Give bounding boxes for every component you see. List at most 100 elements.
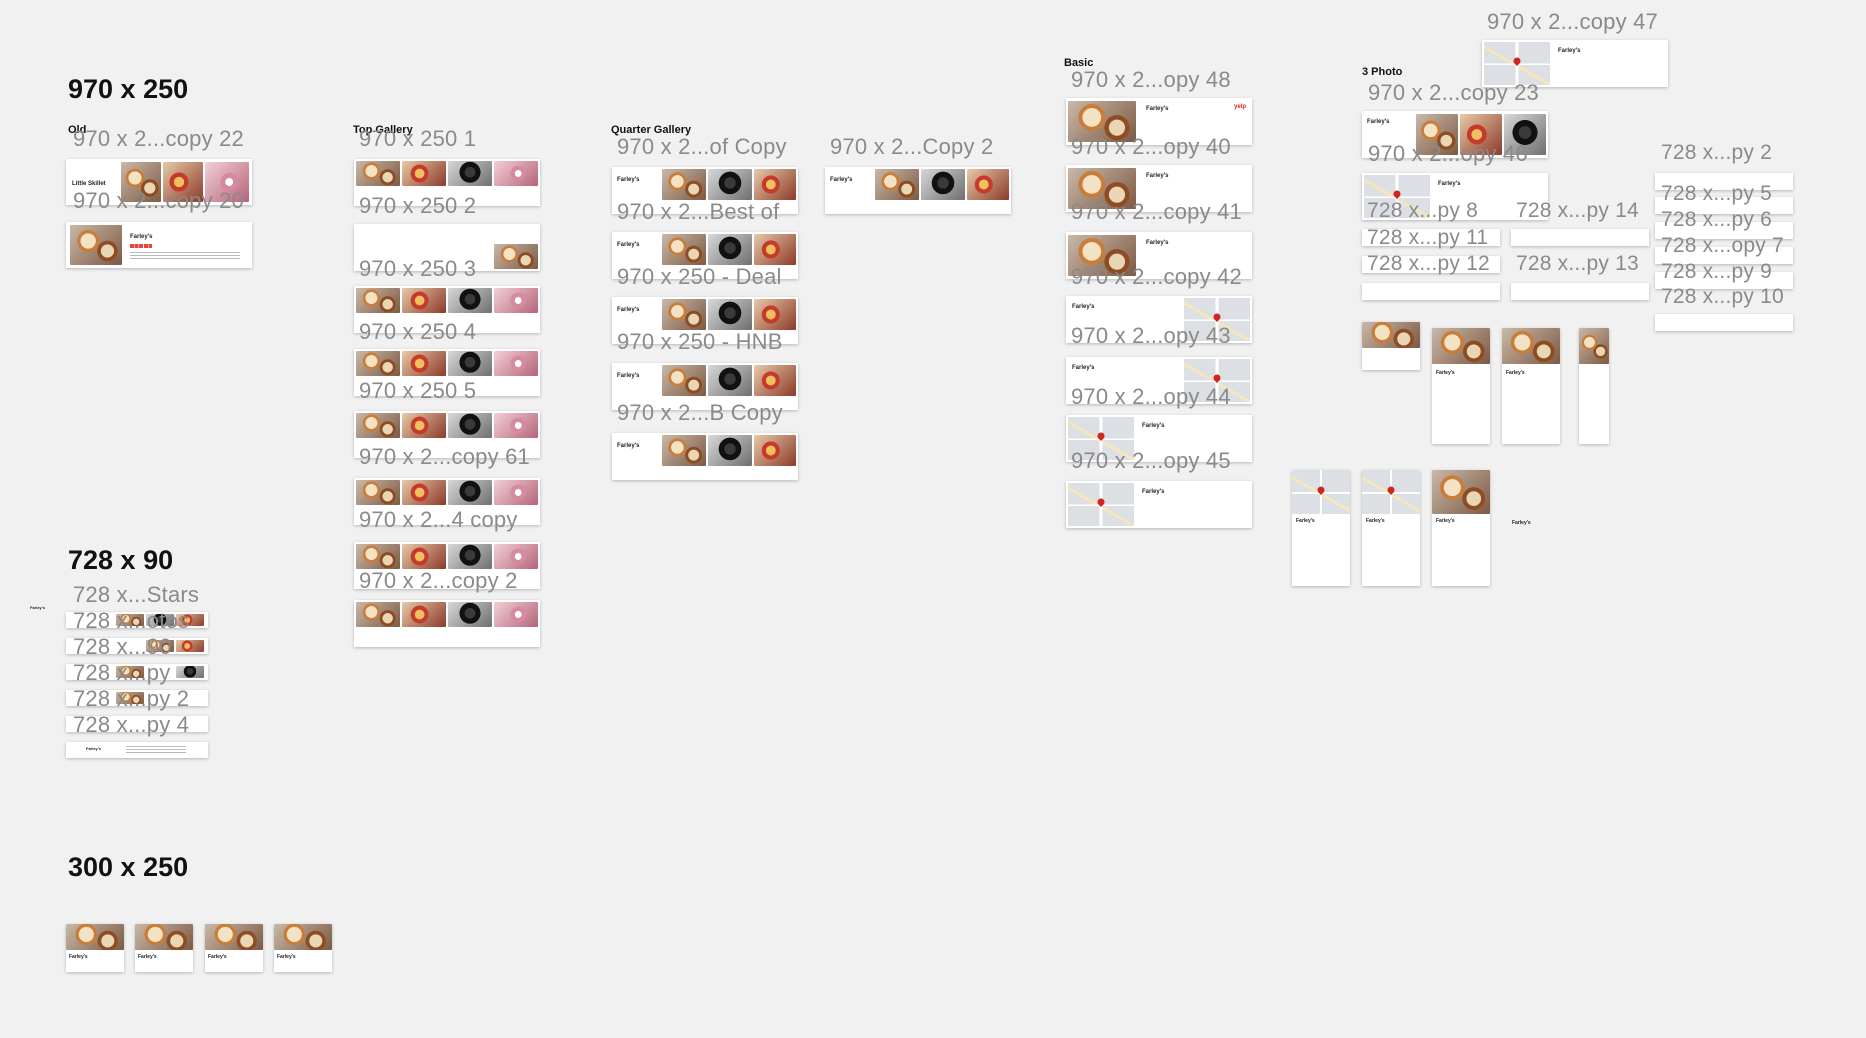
- artboard-label[interactable]: 728 x...py 13: [1516, 252, 1639, 276]
- ad-artboard[interactable]: Farley's: [274, 924, 332, 972]
- ad-artboard[interactable]: [66, 638, 208, 654]
- ad-artboard[interactable]: Farley's: [1066, 481, 1252, 528]
- artboard-label[interactable]: 970 x 2...Copy 2: [830, 134, 993, 160]
- ad-artboard[interactable]: Farley's: [1432, 328, 1490, 444]
- ad-photo: [1502, 328, 1560, 364]
- ad-artboard[interactable]: [1655, 247, 1793, 264]
- ad-photo: [494, 161, 538, 186]
- ad-photo: [448, 161, 492, 186]
- ad-artboard[interactable]: [66, 612, 208, 628]
- ad-artboard[interactable]: Farley's: [1502, 328, 1560, 444]
- ad-artboard[interactable]: [354, 224, 540, 271]
- artboard-label[interactable]: 728 x...py 2: [1661, 141, 1772, 165]
- artboard-label[interactable]: 970 x 2...opy 48: [1071, 67, 1231, 93]
- artboard-label[interactable]: 970 x 2...copy 47: [1487, 9, 1658, 35]
- ad-photo: [708, 365, 752, 396]
- ad-artboard[interactable]: [66, 716, 208, 732]
- ad-photo: [754, 234, 796, 265]
- ad-artboard[interactable]: [1511, 229, 1649, 246]
- map-thumbnail: [1364, 175, 1430, 218]
- ad-artboard[interactable]: Farley's: [1066, 415, 1252, 462]
- ad-artboard[interactable]: [354, 349, 540, 396]
- ad-artboard[interactable]: [354, 411, 540, 458]
- ad-photo: [176, 640, 204, 652]
- ad-artboard[interactable]: Farley's: [825, 167, 1011, 214]
- ad-artboard[interactable]: Farley's: [612, 232, 798, 279]
- ad-photo: [662, 234, 706, 265]
- ad-artboard[interactable]: Farley's: [205, 924, 263, 972]
- artboard-label[interactable]: 970 x 2...copy 22: [73, 126, 244, 152]
- ad-artboard[interactable]: Farley's: [66, 222, 252, 268]
- ad-artboard[interactable]: [1655, 314, 1793, 331]
- ad-business-name: Farley's: [1512, 520, 1531, 526]
- ad-artboard[interactable]: Little Skillet: [66, 159, 252, 205]
- ad-artboard[interactable]: [1579, 328, 1609, 444]
- ad-photo: [163, 162, 203, 202]
- ad-artboard[interactable]: Farley's: [1432, 470, 1490, 586]
- ad-artboard[interactable]: [354, 286, 540, 333]
- ad-photo: [356, 544, 400, 569]
- ad-artboard[interactable]: Farley's: [1362, 111, 1548, 158]
- map-thumbnail: [1184, 298, 1250, 341]
- ad-artboard[interactable]: [354, 159, 540, 206]
- ad-artboard[interactable]: [354, 478, 540, 525]
- ad-photo: [708, 299, 752, 330]
- ad-artboard[interactable]: Farley's: [612, 433, 798, 480]
- ad-artboard[interactable]: Farley's: [1292, 470, 1350, 586]
- ad-artboard[interactable]: [1655, 222, 1793, 239]
- ad-business-name: Farley's: [1436, 370, 1455, 376]
- artboard-label[interactable]: 728 x...Stars: [73, 582, 199, 608]
- ad-artboard[interactable]: [1362, 256, 1500, 273]
- ad-artboard[interactable]: [66, 664, 208, 680]
- artboard-label[interactable]: 970 x 2...of Copy: [617, 134, 787, 160]
- ad-artboard[interactable]: [1362, 322, 1420, 370]
- ad-photo: [754, 365, 796, 396]
- ad-artboard[interactable]: [1362, 229, 1500, 246]
- map-thumbnail: [1068, 417, 1134, 460]
- ad-artboard[interactable]: [1655, 197, 1793, 214]
- map-thumbnail: [1484, 42, 1550, 85]
- ad-artboard[interactable]: [1362, 283, 1500, 300]
- ad-photo: [967, 169, 1009, 200]
- ad-artboard[interactable]: [354, 542, 540, 589]
- ad-photo: [356, 351, 400, 376]
- map-thumbnail: [1068, 483, 1134, 526]
- ad-artboard[interactable]: Farley's yelp: [1066, 98, 1252, 145]
- ad-artboard[interactable]: [1511, 283, 1649, 300]
- ad-artboard[interactable]: Farley's: [612, 167, 798, 214]
- ad-photo: [70, 225, 122, 265]
- ad-photo: [135, 924, 193, 950]
- ad-business-name: Farley's: [1558, 48, 1581, 54]
- map-thumbnail: [1292, 470, 1350, 514]
- ad-photo: [708, 234, 752, 265]
- ad-photo: [356, 413, 400, 438]
- ad-business-name: Farley's: [617, 443, 640, 449]
- ad-photo: [1362, 322, 1420, 348]
- ad-artboard[interactable]: Farley's: [1362, 470, 1420, 586]
- ad-artboard[interactable]: Farley's: [66, 924, 124, 972]
- ad-photo: [274, 924, 332, 950]
- ad-business-name: Farley's: [1146, 173, 1169, 179]
- ad-artboard[interactable]: Farley's: [1362, 173, 1548, 220]
- ad-photo: [402, 413, 446, 438]
- ad-artboard[interactable]: Farley's: [612, 363, 798, 410]
- ad-artboard[interactable]: [1655, 272, 1793, 289]
- ad-photo: [1504, 114, 1546, 155]
- ad-artboard[interactable]: [1655, 173, 1793, 190]
- ad-artboard[interactable]: Farley's: [1066, 165, 1252, 212]
- ad-artboard[interactable]: [66, 690, 208, 706]
- ad-artboard[interactable]: Farley's: [612, 297, 798, 344]
- ad-artboard[interactable]: Farley's: [1066, 232, 1252, 279]
- ad-artboard[interactable]: Farley's: [1066, 296, 1252, 343]
- ad-artboard[interactable]: Farley's: [1482, 40, 1668, 87]
- ad-photo: [402, 480, 446, 505]
- ad-artboard[interactable]: Farley's: [1066, 357, 1252, 404]
- ad-photo: [402, 288, 446, 313]
- design-canvas[interactable]: 970 x 250 728 x 90 300 x 250 Old Top Gal…: [0, 0, 1866, 1038]
- group-title-old: Old: [68, 124, 87, 136]
- ad-artboard[interactable]: [354, 600, 540, 647]
- ad-business-name: Farley's: [30, 605, 45, 610]
- ad-artboard[interactable]: Farley's: [66, 742, 208, 758]
- ad-photo: [356, 480, 400, 505]
- ad-artboard[interactable]: Farley's: [135, 924, 193, 972]
